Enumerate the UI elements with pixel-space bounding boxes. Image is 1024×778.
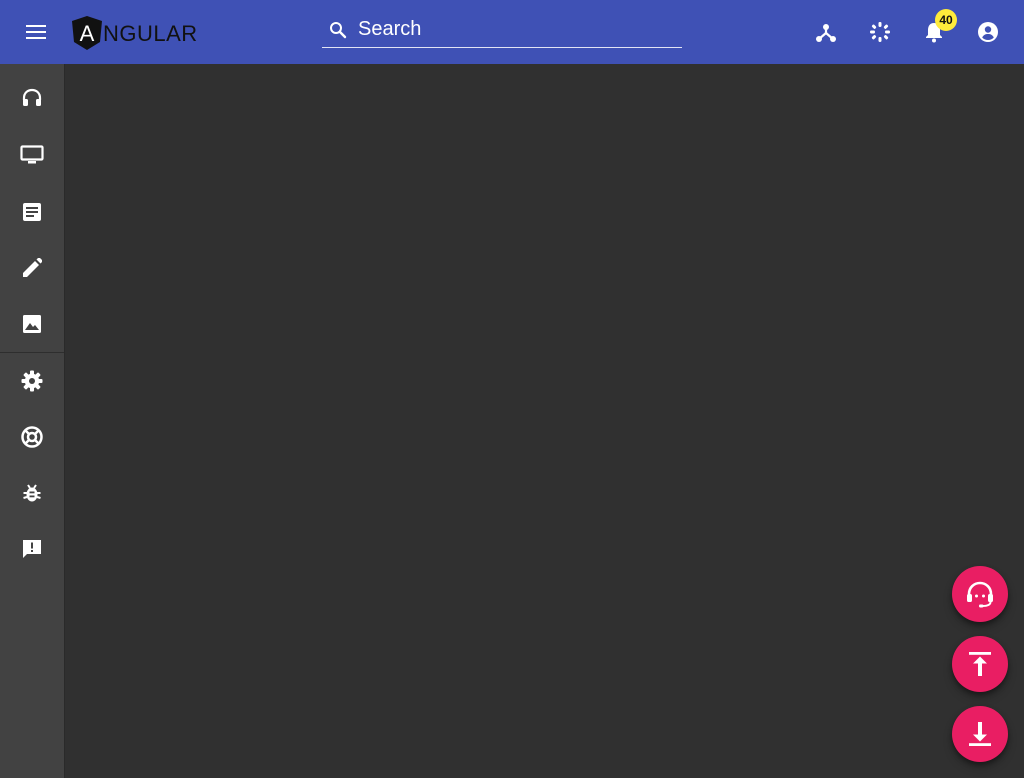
angular-logo[interactable]: A NGULAR (72, 16, 198, 50)
menu-icon (26, 24, 46, 40)
scroll-to-bottom-icon (966, 720, 994, 748)
nav-item-edit[interactable] (0, 248, 64, 288)
scroll-to-top-icon (966, 650, 994, 678)
nav-item-bug-report[interactable] (0, 473, 64, 513)
top-toolbar: A NGULAR Search 40 (0, 0, 1024, 64)
settings-icon (21, 370, 43, 392)
settings-ethernet-icon (869, 21, 891, 43)
account-circle-icon (977, 21, 999, 43)
nav-item-articles[interactable] (0, 192, 64, 232)
search-input[interactable] (358, 18, 668, 41)
nav-item-desktop[interactable] (0, 135, 64, 175)
angular-shield-icon: A (72, 16, 102, 50)
nav-item-audio[interactable] (0, 78, 64, 118)
notifications-button[interactable]: 40 (918, 9, 957, 48)
account-button[interactable] (972, 16, 1004, 48)
feedback-icon (22, 539, 42, 559)
nav-item-feedback[interactable] (0, 529, 64, 569)
logo-text: NGULAR (103, 20, 198, 46)
help-lifebuoy-icon (21, 426, 43, 448)
notification-count-badge: 40 (935, 9, 957, 31)
nav-item-settings[interactable] (0, 361, 64, 401)
logo-letter: A (80, 21, 95, 46)
scroll-to-bottom-fab[interactable] (952, 706, 1008, 762)
support-fab[interactable] (952, 566, 1008, 622)
account-tree-button[interactable] (810, 16, 842, 48)
desktop-icon (20, 145, 44, 165)
bug-report-icon (22, 483, 42, 503)
main-content (65, 64, 1024, 778)
nav-item-images[interactable] (0, 304, 64, 344)
article-icon (22, 202, 42, 222)
image-icon (22, 314, 42, 334)
side-navigation (0, 64, 65, 778)
search-bar (322, 12, 682, 48)
loader-button[interactable] (864, 16, 896, 48)
menu-button[interactable] (16, 16, 56, 48)
nav-item-help[interactable] (0, 417, 64, 457)
nav-divider (0, 352, 64, 353)
edit-icon (22, 258, 42, 278)
search-icon (328, 20, 348, 40)
account-tree-icon (815, 21, 837, 43)
scroll-to-top-fab[interactable] (952, 636, 1008, 692)
headset-icon (22, 88, 42, 108)
support-agent-icon (965, 580, 995, 608)
